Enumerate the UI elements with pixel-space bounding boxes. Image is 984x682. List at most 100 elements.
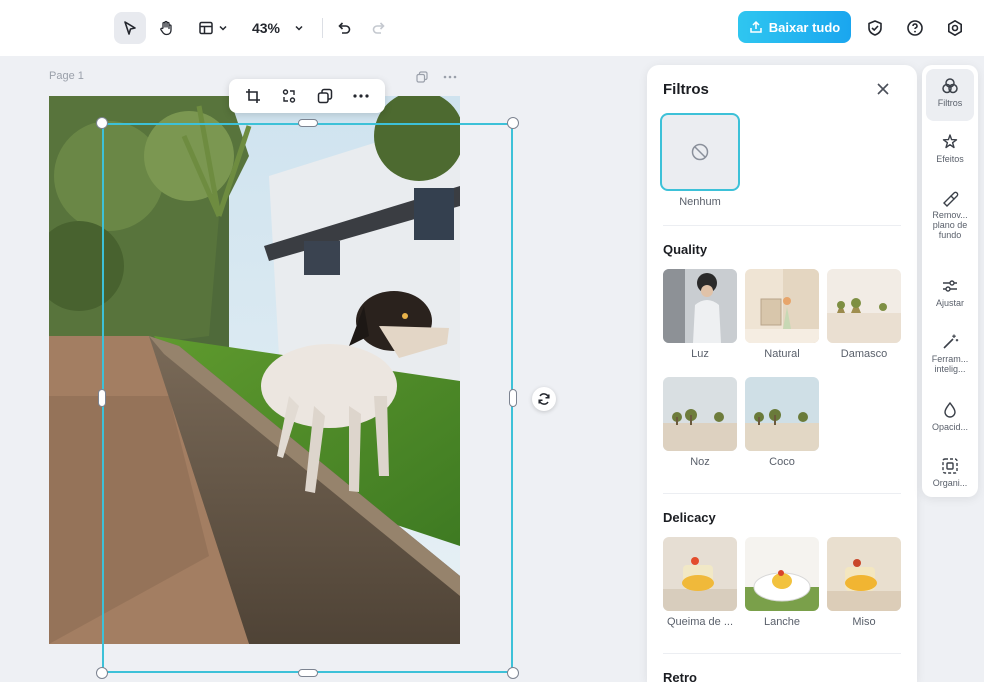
more-options-button[interactable] xyxy=(347,82,375,110)
shield-button[interactable] xyxy=(861,12,889,44)
filters-panel: Filtros Nenhum Quality Luz Natural Damas… xyxy=(647,65,917,682)
duplicate-icon xyxy=(317,88,333,104)
layout-icon xyxy=(199,21,213,35)
filter-thumb-lanche[interactable] xyxy=(745,537,819,611)
upload-icon xyxy=(749,20,762,33)
section-title-retro: Retro xyxy=(663,670,697,682)
rail-label-smart-tools: Ferram... intelig... xyxy=(931,354,969,374)
section-divider xyxy=(663,493,901,494)
remove-bg-icon xyxy=(943,191,959,207)
rail-item-effects[interactable]: Efeitos xyxy=(926,125,974,177)
filter-label-natural: Natural xyxy=(764,348,800,360)
filter-label-queima: Queima de ... xyxy=(666,616,734,628)
panel-title: Filtros xyxy=(663,81,709,98)
filter-thumb-luz[interactable] xyxy=(663,269,737,343)
rail-label-opacity: Opacid... xyxy=(931,422,969,432)
more-icon xyxy=(443,75,457,79)
duplicate-button[interactable] xyxy=(311,82,339,110)
magic-wand-icon xyxy=(943,334,959,349)
crop-button[interactable] xyxy=(239,82,267,110)
pointer-icon xyxy=(124,21,136,35)
thumb-image xyxy=(663,269,737,343)
filter-label-miso: Miso xyxy=(852,616,876,628)
thumb-image xyxy=(827,269,901,343)
filter-none-label: Nenhum xyxy=(679,196,721,208)
zoom-dropdown[interactable]: 43% xyxy=(244,12,312,44)
rail-label-effects: Efeitos xyxy=(936,154,964,164)
filter-label-coco: Coco xyxy=(769,456,795,468)
thumb-image xyxy=(745,269,819,343)
photo-dog-on-wall[interactable] xyxy=(49,96,460,644)
filter-thumb-miso[interactable] xyxy=(827,537,901,611)
undo-button[interactable] xyxy=(330,12,358,44)
tools-rail: Filtros Efeitos Remov... plano de fundo … xyxy=(922,65,978,497)
resize-handle-bottom-left[interactable] xyxy=(96,667,108,679)
resize-handle-left[interactable] xyxy=(98,389,106,407)
thumb-image xyxy=(663,377,737,451)
zoom-level: 43% xyxy=(251,20,281,36)
undo-icon xyxy=(338,22,351,34)
resize-handle-right[interactable] xyxy=(509,389,517,407)
page-label: Page 1 xyxy=(49,70,84,82)
filter-thumb-queima[interactable] xyxy=(663,537,737,611)
rail-item-arrange[interactable]: Organi... xyxy=(926,449,974,501)
rail-item-remove-bg[interactable]: Remov... plano de fundo xyxy=(926,181,974,247)
filter-label-lanche: Lanche xyxy=(763,616,801,628)
filter-thumb-coco[interactable] xyxy=(745,377,819,451)
thumb-image xyxy=(745,537,819,611)
thumb-image xyxy=(827,537,901,611)
resize-handle-bottom-right[interactable] xyxy=(507,667,519,679)
more-icon xyxy=(353,94,369,98)
redo-icon xyxy=(372,22,385,34)
rail-item-adjust[interactable]: Ajustar xyxy=(926,269,974,321)
rail-item-filters[interactable]: Filtros xyxy=(926,69,974,121)
settings-button[interactable] xyxy=(941,12,969,44)
section-divider xyxy=(663,653,901,654)
rail-item-opacity[interactable]: Opacid... xyxy=(926,393,974,445)
help-icon xyxy=(907,20,923,36)
help-button[interactable] xyxy=(901,12,929,44)
page-more-button[interactable] xyxy=(442,70,458,84)
filter-label-luz: Luz xyxy=(691,348,709,360)
section-divider xyxy=(663,225,901,226)
close-icon xyxy=(877,83,889,95)
toolbar-divider xyxy=(322,18,323,38)
rail-item-smart-tools[interactable]: Ferram... intelig... xyxy=(926,325,974,383)
section-title-delicacy: Delicacy xyxy=(663,510,716,525)
download-all-label: Baixar tudo xyxy=(768,19,841,35)
resize-handle-bottom[interactable] xyxy=(298,669,318,677)
duplicate-page-button[interactable] xyxy=(414,70,430,84)
duplicate-icon xyxy=(416,71,428,83)
rotate-icon xyxy=(538,393,550,405)
rotate-handle[interactable] xyxy=(532,387,556,411)
crop-icon xyxy=(246,89,260,103)
flip-button[interactable] xyxy=(275,82,303,110)
filter-thumb-natural[interactable] xyxy=(745,269,819,343)
filter-none-thumb[interactable] xyxy=(660,113,740,191)
select-tool-button[interactable] xyxy=(114,12,146,44)
opacity-icon xyxy=(944,401,956,418)
thumb-image xyxy=(745,377,819,451)
resize-handle-top-left[interactable] xyxy=(96,117,108,129)
chevron-down-icon xyxy=(219,25,227,31)
layout-dropdown[interactable] xyxy=(192,12,234,44)
filter-label-damasco: Damasco xyxy=(840,348,888,360)
section-title-quality: Quality xyxy=(663,242,708,257)
thumb-image xyxy=(663,537,737,611)
download-all-button[interactable]: Baixar tudo xyxy=(738,11,851,43)
arrange-icon xyxy=(942,458,958,474)
filter-label-noz: Noz xyxy=(690,456,710,468)
resize-handle-top-right[interactable] xyxy=(507,117,519,129)
filter-thumb-damasco[interactable] xyxy=(827,269,901,343)
redo-button[interactable] xyxy=(365,12,393,44)
filter-thumb-noz[interactable] xyxy=(663,377,737,451)
rail-label-arrange: Organi... xyxy=(932,478,968,488)
adjust-icon xyxy=(943,280,957,292)
settings-icon xyxy=(948,20,962,36)
chevron-down-icon xyxy=(295,25,303,31)
resize-handle-top[interactable] xyxy=(298,119,318,127)
close-panel-button[interactable] xyxy=(873,79,893,99)
hand-tool-button[interactable] xyxy=(150,12,182,44)
effects-icon xyxy=(942,134,958,149)
hand-icon xyxy=(160,20,172,36)
